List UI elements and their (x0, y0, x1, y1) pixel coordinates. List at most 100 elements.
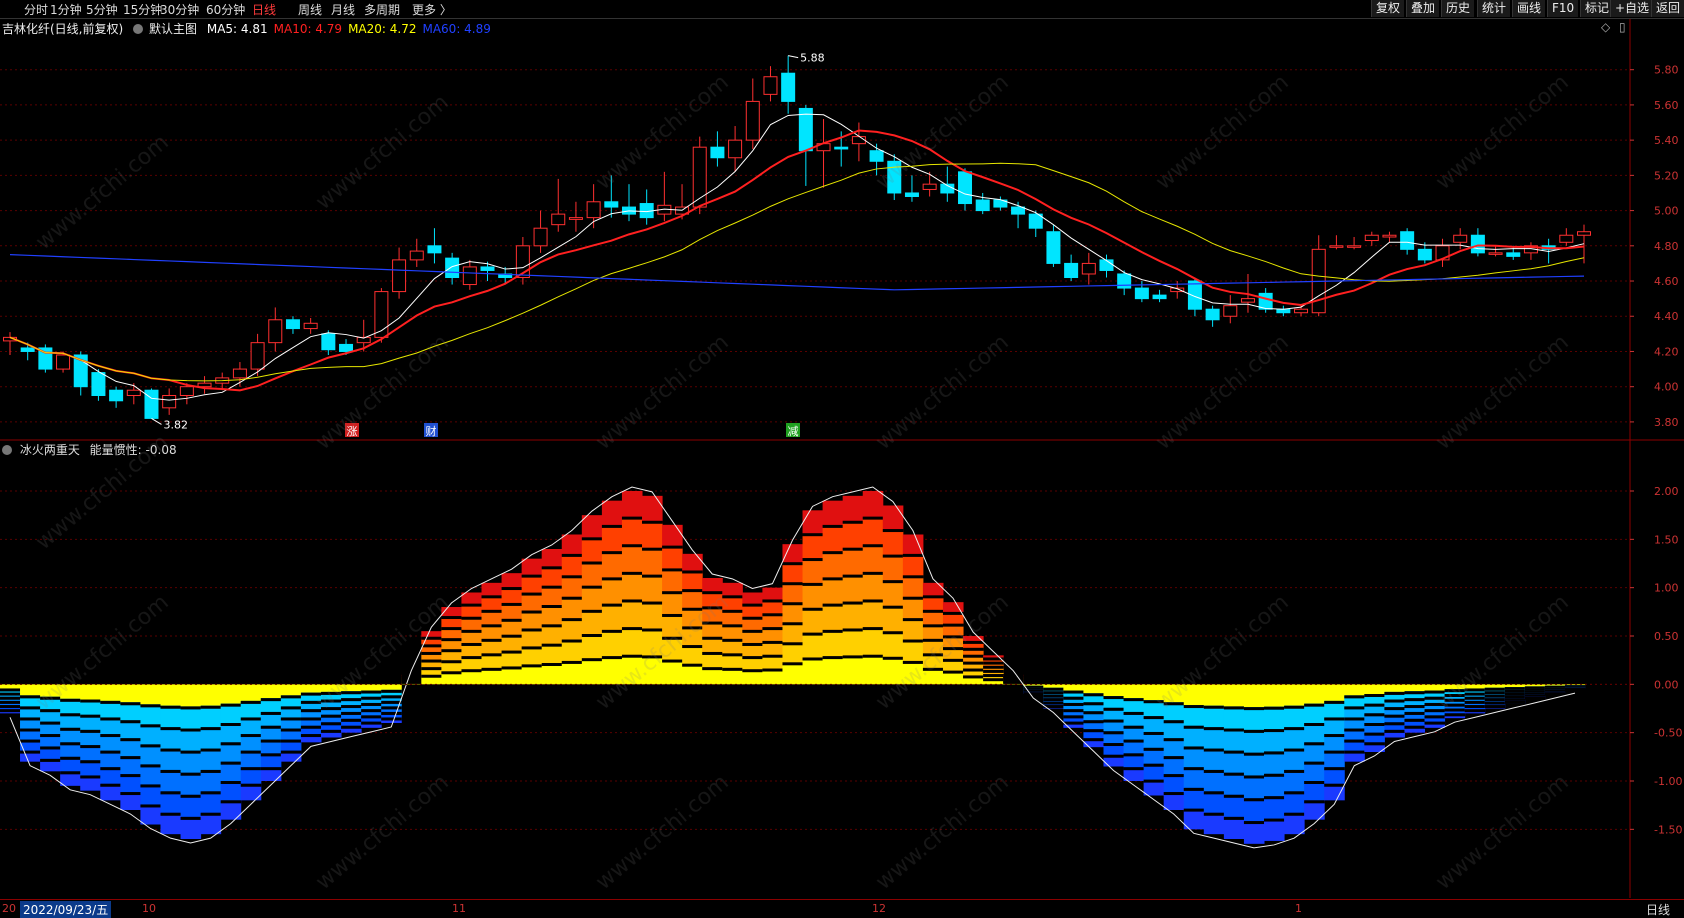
energy-layer-divider (20, 739, 41, 743)
energy-layer-divider (1544, 692, 1566, 696)
energy-layer-divider (501, 650, 523, 654)
chart-canvas: 5.80 5.60 5.40 5.20 5.00 4.80 4.60 4.40 4.20 4.00… (0, 19, 1684, 898)
candle-body (1187, 280, 1202, 310)
energy-bar-layer (521, 648, 543, 667)
candle-body (480, 266, 495, 271)
energy-bar-layer (501, 589, 523, 605)
energy-layer-divider (601, 577, 623, 581)
energy-bar-layer (642, 576, 663, 604)
energy-layer-divider (421, 667, 442, 671)
candle-body (20, 347, 35, 352)
energy-bar-layer (621, 491, 643, 519)
energy-layer-divider (1304, 800, 1325, 804)
energy-bar-layer (160, 791, 182, 813)
energy-bar-layer (1183, 746, 1205, 768)
energy-layer-divider (902, 575, 924, 579)
energy-layer-divider (341, 725, 362, 729)
energy-layer-divider (1083, 702, 1104, 706)
energy-layer-divider (381, 689, 402, 693)
energy-layer-divider (441, 660, 462, 664)
energy-bar-layer (621, 629, 643, 657)
candle-body (710, 146, 725, 159)
candle-body (922, 183, 937, 190)
energy-layer-divider (1384, 722, 1405, 726)
candle-body (409, 250, 424, 261)
energy-layer-divider (1223, 794, 1245, 798)
energy-layer-divider (280, 717, 302, 721)
energy-layer-divider (180, 750, 202, 754)
energy-bar-layer (501, 652, 523, 669)
energy-bar-layer (682, 572, 703, 592)
energy-layer-divider (140, 804, 161, 808)
energy-layer-divider (702, 636, 723, 640)
energy-layer-divider (842, 601, 864, 605)
energy-bar-layer (621, 601, 643, 630)
energy-layer-divider (1043, 694, 1064, 698)
energy-layer-divider (260, 739, 282, 743)
period-label[interactable]: 日线 (1646, 901, 1670, 918)
candle-body (1099, 259, 1114, 271)
candle-body (1205, 308, 1220, 321)
energy-layer-divider (240, 734, 262, 738)
energy-layer-divider (1504, 689, 1526, 693)
energy-bar-layer (180, 684, 202, 707)
ma20-line (9, 162, 1585, 382)
energy-bar-layer (802, 560, 824, 585)
energy-layer-divider (882, 529, 904, 533)
energy-layer-divider (200, 727, 222, 731)
energy-layer-divider (1464, 705, 1486, 709)
energy-layer-divider (1083, 738, 1104, 742)
energy-layer-divider (581, 561, 603, 565)
y-tick-label: 5.60 (1654, 99, 1679, 112)
energy-layer-divider (882, 605, 904, 609)
energy-layer-divider (742, 616, 763, 620)
energy-layer-divider (421, 674, 442, 678)
energy-layer-divider (1083, 720, 1104, 724)
energy-bar-layer (581, 563, 603, 588)
energy-bar-layer (1264, 751, 1285, 774)
high-label: 5.88 (800, 52, 825, 65)
energy-layer-divider (963, 668, 984, 672)
energy-bar-layer (561, 598, 583, 621)
energy-layer-divider (481, 595, 503, 599)
energy-layer-divider (1384, 707, 1405, 711)
energy-layer-divider (1264, 773, 1285, 777)
energy-layer-divider (100, 700, 121, 704)
energy-layer-divider (1183, 808, 1205, 812)
energy-bar-layer (842, 522, 864, 550)
energy-bar-layer (1264, 773, 1285, 797)
y-tick-label: 5.80 (1654, 64, 1679, 77)
energy-layer-divider (1264, 729, 1285, 733)
energy-layer-divider (1183, 746, 1205, 750)
energy-layer-divider (902, 618, 924, 622)
candle-body (1064, 262, 1079, 279)
energy-bar-layer (822, 553, 844, 580)
energy-bar-layer (501, 636, 523, 653)
candle-body (1152, 294, 1167, 300)
low-label: 3.82 (163, 418, 188, 431)
energy-layer-divider (581, 537, 603, 541)
energy-bar-layer (702, 638, 723, 654)
energy-layer-divider (381, 700, 402, 704)
y-tick-label: 5.00 (1654, 205, 1679, 218)
energy-layer-divider (1364, 732, 1385, 736)
energy-layer-divider (1223, 706, 1245, 710)
energy-bar-layer (1264, 729, 1285, 752)
energy-layer-divider (1364, 723, 1385, 726)
energy-bar-layer (1123, 684, 1145, 699)
energy-layer-divider (621, 544, 643, 548)
energy-layer-divider (100, 750, 121, 754)
energy-bar-layer (160, 727, 182, 749)
energy-layer-divider (1083, 729, 1104, 733)
energy-bar-layer (782, 584, 804, 605)
candle-body (303, 322, 318, 330)
energy-bar-layer (1203, 791, 1225, 813)
candle-body (1081, 262, 1096, 275)
energy-layer-divider (702, 667, 723, 671)
energy-layer-divider (461, 642, 483, 646)
energy-layer-divider (822, 524, 844, 528)
energy-layer-divider (963, 675, 984, 679)
energy-bar-layer (1243, 707, 1265, 730)
energy-layer-divider (541, 585, 563, 589)
energy-layer-divider (1103, 719, 1125, 723)
